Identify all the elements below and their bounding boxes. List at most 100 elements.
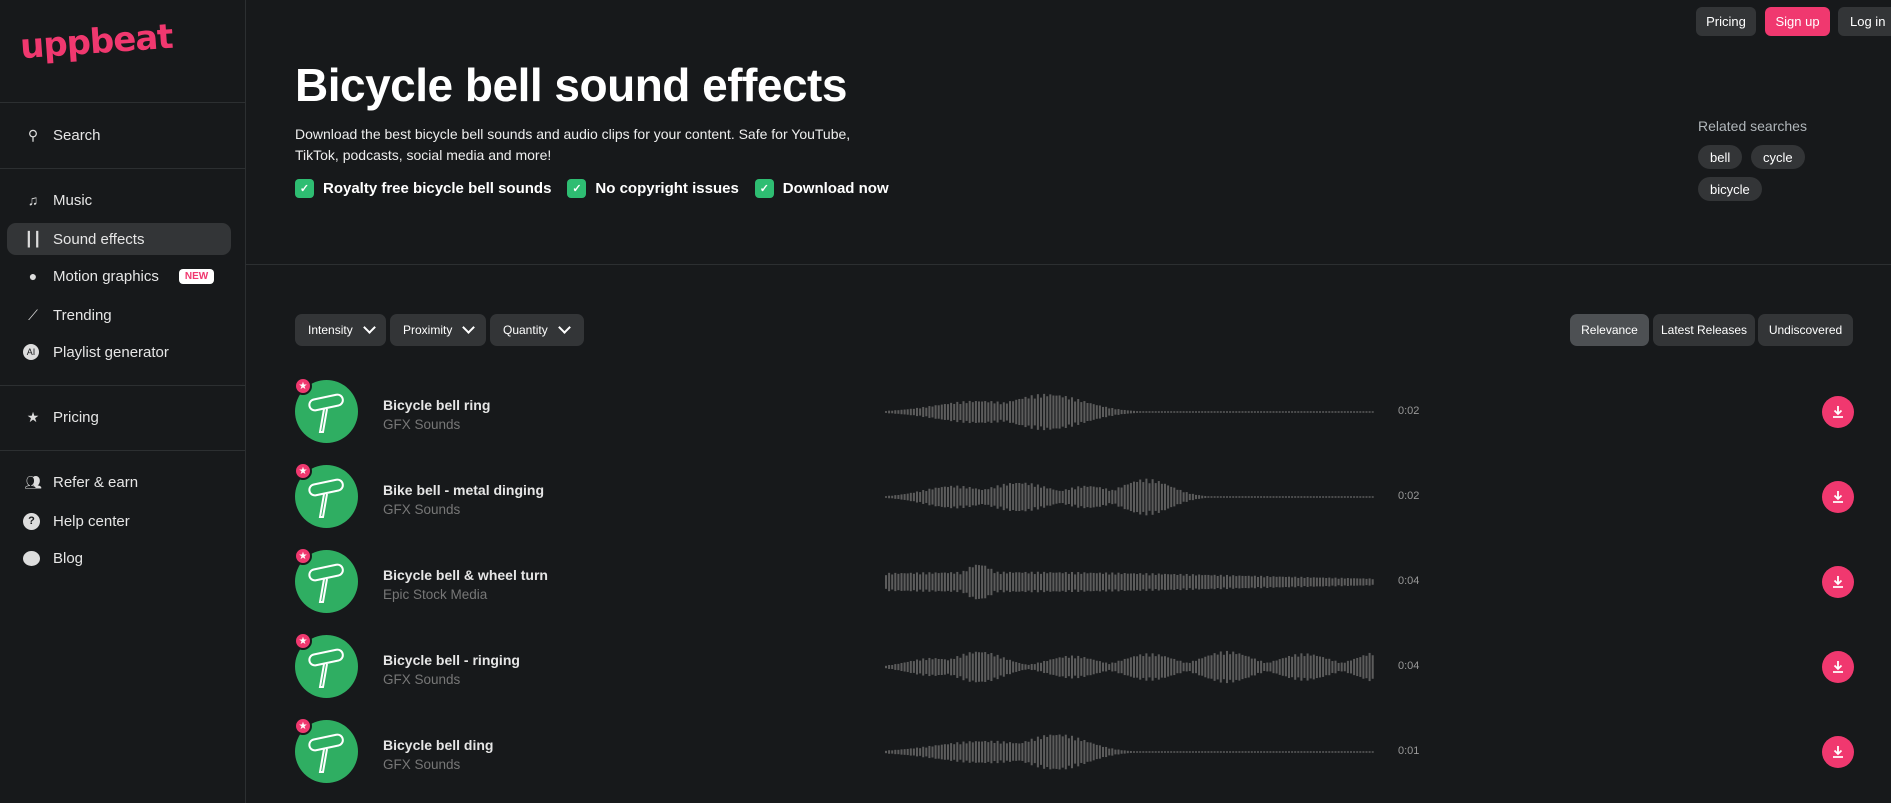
download-button[interactable] — [1822, 481, 1854, 513]
waveform[interactable] — [885, 387, 1375, 437]
sidebar-item-sound-effects[interactable]: ┃┃ Sound effects — [7, 223, 231, 255]
download-button[interactable] — [1822, 396, 1854, 428]
track-row[interactable]: ★ Bicycle bell - ringing GFX Sounds 0:04 — [294, 632, 1855, 702]
waveform-bar — [1136, 481, 1139, 513]
waveform-bar — [1061, 490, 1064, 504]
waveform-bar — [1154, 656, 1157, 678]
sidebar-item-playlist-generator[interactable]: AI Playlist generator — [7, 336, 231, 368]
waveform-bar — [1247, 656, 1250, 678]
sidebar-item-music[interactable]: ♫ Music — [7, 184, 231, 216]
related-chip-bell[interactable]: bell — [1698, 145, 1743, 169]
sort-relevance[interactable]: Relevance — [1570, 314, 1649, 346]
sidebar-item-motion-graphics[interactable]: ● Motion graphics NEW — [7, 260, 231, 292]
waveform-bar — [978, 401, 980, 423]
sort-undiscovered[interactable]: Undiscovered — [1758, 314, 1853, 346]
track-title[interactable]: Bike bell - metal dinging — [383, 482, 544, 498]
waveform-bar — [1260, 575, 1263, 589]
waveform-bar — [1312, 496, 1315, 498]
waveform-bar — [1232, 496, 1235, 498]
download-icon — [1833, 576, 1843, 588]
filter-proximity[interactable]: Proximity — [390, 314, 486, 346]
waveform-bar — [1337, 578, 1340, 586]
track-title[interactable]: Bicycle bell ding — [383, 737, 493, 753]
waveform-bar — [1040, 573, 1042, 591]
sidebar-item-help-center[interactable]: ? Help center — [7, 505, 231, 537]
download-button[interactable] — [1822, 736, 1854, 768]
waveform-bar — [1139, 411, 1142, 413]
waveform-bar — [1210, 496, 1213, 498]
track-artist[interactable]: GFX Sounds — [383, 672, 460, 687]
waveform-bar — [1263, 496, 1266, 498]
waveform-bar — [937, 659, 940, 675]
waveform-bar — [999, 574, 1002, 590]
waveform-bar — [1309, 751, 1312, 753]
feature-label: No copyright issues — [595, 180, 739, 197]
waveform-bar — [1120, 487, 1123, 507]
waveform-bar — [1272, 496, 1275, 498]
waveform-bar — [1040, 397, 1042, 427]
download-button[interactable] — [1822, 651, 1854, 683]
pricing-button[interactable]: Pricing — [1696, 7, 1756, 36]
waveform-bar — [1086, 742, 1089, 762]
download-button[interactable] — [1822, 566, 1854, 598]
waveform-bar — [1269, 577, 1272, 587]
waveform-bar — [1257, 411, 1259, 413]
track-title[interactable]: Bicycle bell & wheel turn — [383, 567, 548, 583]
waveform[interactable] — [885, 557, 1375, 607]
waveform-bar — [1284, 577, 1287, 587]
waveform[interactable] — [885, 472, 1375, 522]
sidebar-item-pricing[interactable]: ★ Pricing — [7, 401, 231, 433]
waveform-bar — [956, 742, 959, 762]
waveform-bar — [1157, 481, 1160, 513]
waveform-bar — [1024, 741, 1027, 763]
track-row[interactable]: ★ Bike bell - metal dinging GFX Sounds 0… — [294, 462, 1855, 532]
related-chip-cycle[interactable]: cycle — [1751, 145, 1805, 169]
waveform-bar — [928, 406, 931, 418]
waveform-bar — [1114, 749, 1117, 755]
track-row[interactable]: ★ Bicycle bell & wheel turn Epic Stock M… — [294, 547, 1855, 617]
waveform-bar — [1350, 411, 1352, 413]
track-row[interactable]: ★ Bicycle bell ding GFX Sounds 0:01 — [294, 717, 1855, 787]
related-chip-bicycle[interactable]: bicycle — [1698, 177, 1762, 201]
waveform-bar — [1077, 655, 1080, 679]
track-artist[interactable]: GFX Sounds — [383, 417, 460, 432]
waveform-bar — [1117, 660, 1120, 674]
sidebar-item-blog[interactable]: Blog — [7, 542, 231, 574]
waveform-bar — [1145, 653, 1148, 681]
sidebar-item-refer[interactable]: 👥︎ Refer & earn — [7, 466, 231, 498]
waveform-bar — [1176, 489, 1179, 505]
track-artist[interactable]: GFX Sounds — [383, 502, 460, 517]
track-duration: 0:04 — [1398, 575, 1420, 587]
waveform-bar — [1328, 751, 1331, 753]
premium-star-icon: ★ — [294, 632, 312, 650]
waveform[interactable] — [885, 642, 1375, 692]
track-row[interactable]: ★ Bicycle bell ring GFX Sounds 0:02 — [294, 377, 1855, 447]
waveform-bar — [888, 572, 891, 592]
waveform-bar — [947, 660, 949, 674]
track-artist[interactable]: GFX Sounds — [383, 757, 460, 772]
filter-quantity[interactable]: Quantity — [490, 314, 584, 346]
waveform-bar — [981, 401, 984, 423]
waveform-bar — [1095, 405, 1098, 419]
filter-intensity[interactable]: Intensity — [295, 314, 386, 346]
track-title[interactable]: Bicycle bell - ringing — [383, 652, 520, 668]
track-title[interactable]: Bicycle bell ring — [383, 397, 490, 413]
waveform-bar — [984, 740, 987, 764]
waveform-bar — [956, 401, 959, 423]
waveform-bar — [1157, 751, 1160, 753]
waveform-bar — [1098, 487, 1101, 507]
waveform-bar — [981, 490, 984, 504]
waveform-bar — [1257, 661, 1259, 673]
waveform[interactable] — [885, 727, 1375, 777]
waveform-bar — [950, 658, 953, 676]
login-button[interactable]: Log in — [1838, 7, 1891, 36]
sort-latest-releases[interactable]: Latest Releases — [1653, 314, 1755, 346]
uppbeat-logo[interactable]: uppbeat — [19, 17, 174, 68]
waveform-bar — [1359, 657, 1362, 677]
sidebar-item-search[interactable]: ⚲ Search — [7, 119, 231, 151]
track-artist[interactable]: Epic Stock Media — [383, 587, 487, 602]
signup-button[interactable]: Sign up — [1765, 7, 1830, 36]
waveform-bar — [1350, 660, 1352, 674]
sidebar-item-trending[interactable]: ⟋ Trending — [7, 299, 231, 331]
waveform-bar — [1250, 411, 1253, 413]
